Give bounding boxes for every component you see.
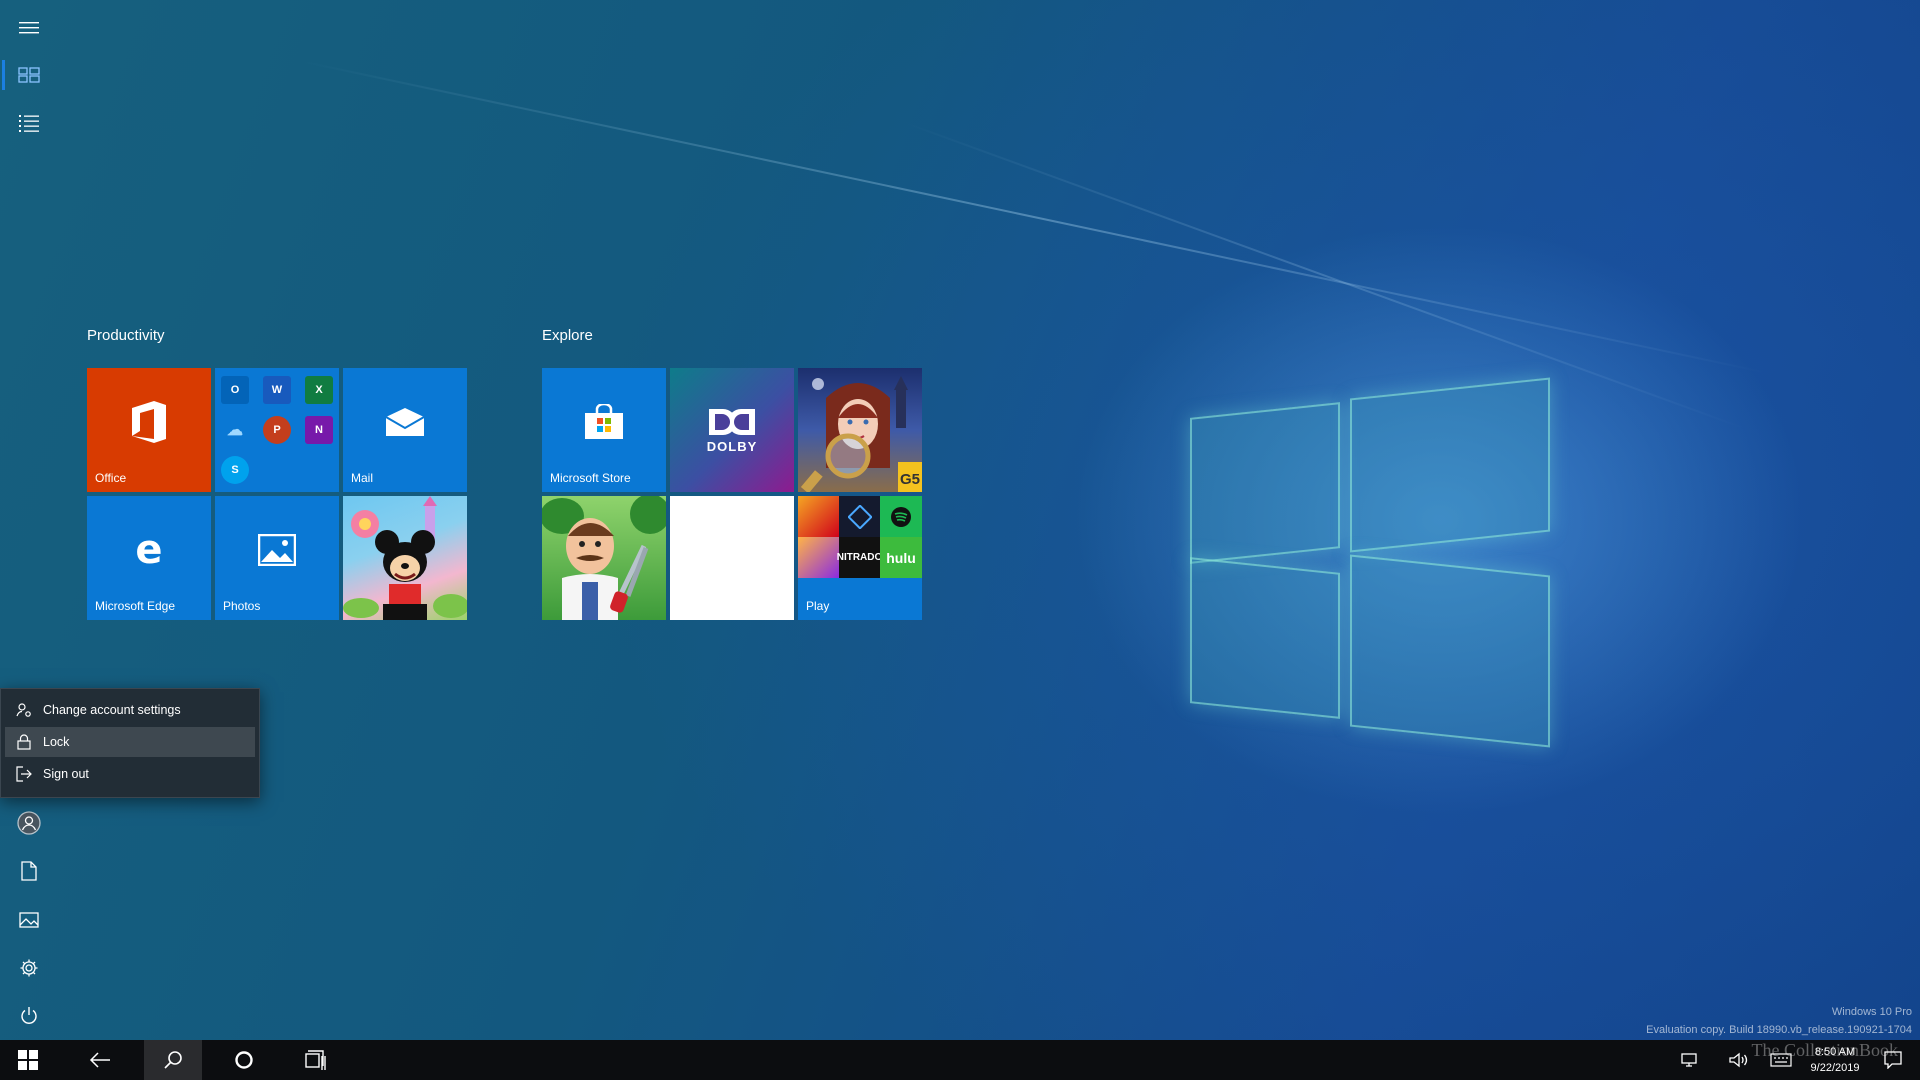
sound-wave-icon <box>682 512 784 604</box>
taskbar: 8:50 AM 9/22/2019 <box>0 1040 1920 1080</box>
tile-label: Mail <box>351 471 374 485</box>
back-arrow-icon <box>89 1052 110 1068</box>
tile-label: Microsoft Edge <box>95 599 176 613</box>
excel-icon: X <box>305 376 333 404</box>
tile-microsoft-store[interactable]: Microsoft Store <box>542 368 666 492</box>
menu-item-label: Sign out <box>43 767 89 781</box>
outlook-icon: O <box>221 376 249 404</box>
candy-game-icon <box>798 496 839 537</box>
skype-icon: S <box>221 456 249 484</box>
user-icon <box>17 811 41 835</box>
tile-label: Photos <box>223 599 261 613</box>
onenote-icon: N <box>305 416 333 444</box>
site-watermark: The CollectionBook <box>1751 1040 1898 1060</box>
expand-menu-button[interactable] <box>0 5 58 51</box>
onedrive-icon: ☁ <box>227 422 243 439</box>
svg-text:e: e <box>135 530 162 570</box>
network-tray-button[interactable] <box>1674 1040 1704 1080</box>
gear-icon <box>20 959 38 977</box>
back-button[interactable] <box>72 1040 128 1080</box>
store-icon <box>585 404 623 439</box>
nitrado-icon: NITRADO <box>837 537 882 578</box>
power-button[interactable] <box>0 993 58 1039</box>
word-icon: W <box>263 376 291 404</box>
hidden-object-game-art: G5 <box>800 376 922 492</box>
start-left-rail <box>0 0 58 1040</box>
tile-label: Microsoft Store <box>550 471 631 485</box>
photos-icon <box>258 534 296 566</box>
tile-mail[interactable]: Mail <box>343 368 467 492</box>
volume-tray-button[interactable] <box>1724 1040 1754 1080</box>
search-icon <box>164 1051 182 1069</box>
power-icon <box>21 1007 37 1024</box>
friends-game-icon <box>798 537 839 578</box>
mickey-game-art <box>343 496 467 620</box>
settings-button[interactable] <box>0 945 58 991</box>
volume-icon <box>1729 1052 1748 1068</box>
powerpoint-icon: P <box>263 416 291 444</box>
cortana-button[interactable] <box>216 1040 272 1080</box>
tile-label: Office <box>95 471 127 485</box>
task-view-button[interactable] <box>288 1040 344 1080</box>
dolby-wordmark: DOLBY <box>706 438 758 454</box>
tiles-icon <box>18 67 40 83</box>
tile-office[interactable]: Office <box>87 368 211 492</box>
tile-gardenscapes-game[interactable] <box>542 496 666 620</box>
lock-item[interactable]: Lock <box>5 727 255 757</box>
start-button[interactable] <box>0 1040 56 1080</box>
group-title-productivity: Productivity <box>87 327 165 344</box>
hulu-icon: hulu <box>880 537 922 578</box>
tile-play-folder[interactable]: NITRADO hulu Play <box>798 496 922 620</box>
office-icon <box>132 401 166 443</box>
menu-item-label: Lock <box>43 735 70 749</box>
tile-office-apps-folder[interactable]: O W X ☁ P N S <box>215 368 339 492</box>
tile-label: Play <box>806 599 830 613</box>
tile-photos[interactable]: Photos <box>215 496 339 620</box>
group-title-explore: Explore <box>542 327 593 344</box>
change-account-settings-item[interactable]: Change account settings <box>5 695 255 725</box>
gardener-game-art <box>542 496 666 620</box>
clock-date: 9/22/2019 <box>1810 1062 1860 1074</box>
pictures-button[interactable] <box>0 897 58 943</box>
wallpaper-windows-logo <box>1190 377 1550 748</box>
cortana-icon <box>235 1051 253 1069</box>
user-settings-icon <box>16 703 31 717</box>
account-button[interactable] <box>0 800 58 846</box>
documents-button[interactable] <box>0 848 58 894</box>
windows-icon <box>18 1050 38 1070</box>
hamburger-icon <box>19 22 39 34</box>
build-info-text: Evaluation copy. Build 18990.vb_release.… <box>1646 1024 1912 1036</box>
list-icon <box>19 115 39 132</box>
task-view-icon <box>305 1050 326 1070</box>
sign-out-item[interactable]: Sign out <box>5 759 255 789</box>
tile-dolby[interactable]: DOLBY <box>670 368 794 492</box>
spotify-icon <box>880 496 922 537</box>
lock-icon <box>17 734 31 750</box>
sign-out-icon <box>16 766 32 782</box>
dolby-icon <box>709 408 755 435</box>
picture-icon <box>19 912 39 928</box>
menu-item-label: Change account settings <box>43 703 181 717</box>
network-icon <box>1681 1053 1697 1067</box>
search-button[interactable] <box>144 1040 202 1080</box>
g5-logo: G5 <box>900 471 920 488</box>
pinned-tiles-button[interactable] <box>0 52 58 98</box>
tile-hidden-city-game[interactable]: G5 <box>798 368 922 492</box>
mail-icon <box>385 408 425 436</box>
tile-disney-game[interactable] <box>343 496 467 620</box>
all-apps-button[interactable] <box>0 100 58 146</box>
edge-icon: e <box>135 530 162 570</box>
windows-edition-text: Windows 10 Pro <box>1831 1006 1912 1018</box>
tile-audio-app[interactable] <box>670 496 794 620</box>
photoshop-express-icon <box>839 496 880 537</box>
tile-microsoft-edge[interactable]: e Microsoft Edge <box>87 496 211 620</box>
account-flyout-menu: Change account settings Lock Sign out <box>0 688 260 798</box>
document-icon <box>21 861 37 881</box>
